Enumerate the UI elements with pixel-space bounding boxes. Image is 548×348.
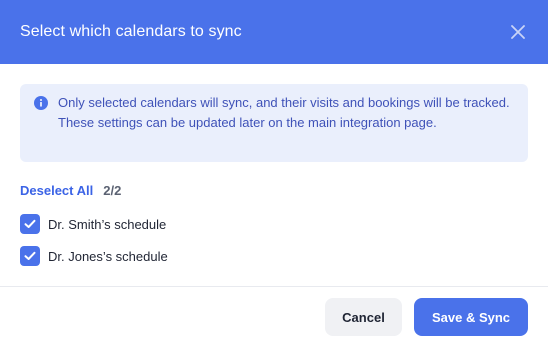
close-icon (511, 25, 525, 39)
save-sync-button[interactable]: Save & Sync (414, 298, 528, 336)
selection-count: 2/2 (103, 183, 122, 198)
calendar-label: Dr. Smith’s schedule (48, 216, 167, 232)
close-button[interactable] (508, 22, 528, 42)
selection-row: Deselect All 2/2 (20, 183, 121, 198)
cancel-button[interactable]: Cancel (325, 298, 402, 336)
info-banner: Only selected calendars will sync, and t… (20, 84, 528, 162)
calendar-checkbox[interactable] (20, 246, 40, 266)
calendar-checkbox[interactable] (20, 214, 40, 234)
calendar-item-smith[interactable]: Dr. Smith’s schedule (20, 214, 166, 234)
calendar-item-jones[interactable]: Dr. Jones’s schedule (20, 246, 168, 266)
info-icon (34, 96, 48, 110)
info-text: Only selected calendars will sync, and t… (58, 95, 510, 130)
sync-calendars-dialog: Select which calendars to sync Only sele… (0, 0, 548, 348)
deselect-all-link[interactable]: Deselect All (20, 183, 93, 198)
check-icon (24, 251, 36, 260)
check-icon (24, 219, 36, 228)
calendar-label: Dr. Jones’s schedule (48, 248, 168, 264)
dialog-header: Select which calendars to sync (0, 0, 548, 64)
footer-divider (0, 286, 548, 287)
dialog-title: Select which calendars to sync (20, 23, 242, 40)
